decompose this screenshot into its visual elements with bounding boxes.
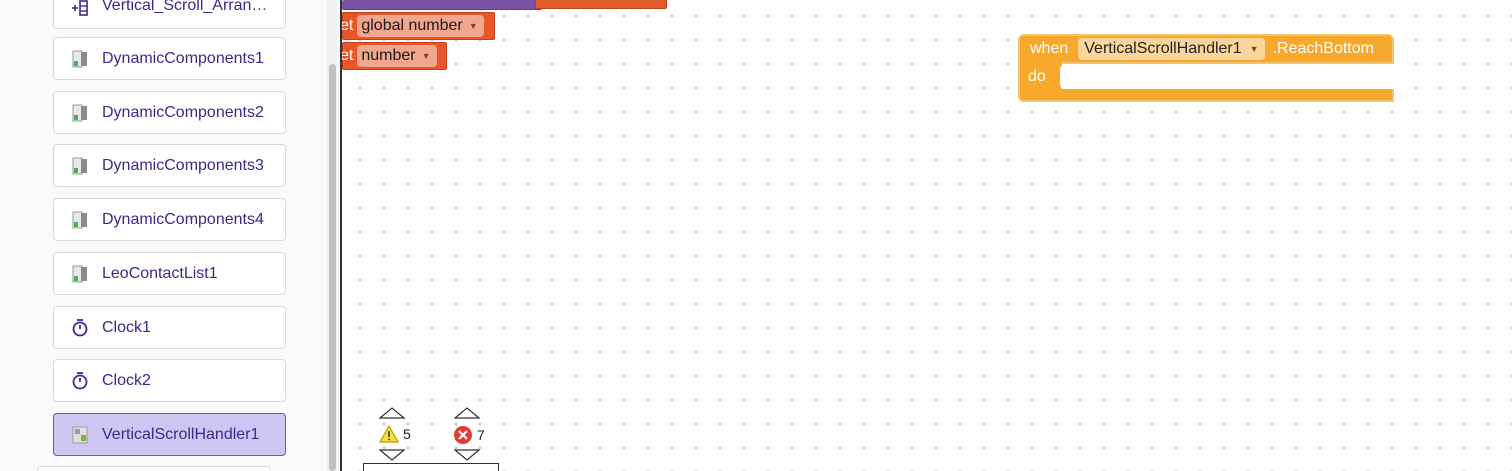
scrollbar-thumb[interactable]: [329, 64, 336, 471]
chevron-down-icon: ▼: [421, 51, 431, 61]
next-panel-edge: [37, 466, 271, 471]
vertical-arrangement-icon: [70, 0, 90, 19]
warnings-count: 5: [403, 426, 411, 442]
component-item-dynamiccomponents4[interactable]: DynamicComponents4: [53, 198, 286, 241]
when-keyword: when: [1030, 40, 1069, 57]
component-item-clock1[interactable]: Clock1: [53, 306, 286, 349]
component-label: LeoContactList1: [102, 264, 218, 282]
variable-dropdown[interactable]: global number ▼: [357, 15, 484, 37]
previous-warning-icon[interactable]: [379, 407, 405, 419]
extension-icon: [70, 263, 90, 285]
set-local-variable-block[interactable]: et number ▼: [342, 42, 447, 70]
component-label: DynamicComponents2: [102, 103, 264, 121]
set-keyword: et: [342, 47, 354, 64]
component-item-vertical-scroll-arrangement[interactable]: Vertical_Scroll_Arran…: [53, 0, 286, 29]
component-label: DynamicComponents1: [102, 49, 264, 67]
component-item-leocontactlist1[interactable]: LeoContactList1: [53, 252, 286, 295]
chevron-down-icon: ▼: [468, 21, 478, 31]
extension-icon: [70, 102, 90, 124]
component-label: Clock2: [102, 371, 151, 389]
component-label: VerticalScrollHandler1: [102, 425, 260, 443]
errors-count: 7: [477, 427, 485, 443]
extension-icon: [70, 155, 90, 177]
component-item-dynamiccomponents3[interactable]: DynamicComponents3: [53, 144, 286, 187]
errors-indicator: 7: [453, 425, 485, 445]
event-body-bottom: [1058, 89, 1394, 102]
extension-icon: [70, 48, 90, 70]
variable-name: global number: [361, 17, 463, 34]
component-dropdown[interactable]: VerticalScrollHandler1 ▼: [1078, 38, 1265, 60]
event-name: .ReachBottom: [1272, 40, 1374, 57]
stopwatch-icon: [70, 317, 90, 339]
do-keyword: do: [1028, 68, 1046, 85]
warning-icon: [379, 425, 399, 443]
component-label: Vertical_Scroll_Arran…: [102, 0, 268, 14]
variable-name: number: [361, 47, 416, 64]
chevron-down-icon: ▼: [1249, 44, 1259, 54]
components-panel: Vertical_Scroll_Arran… DynamicComponents…: [0, 0, 341, 471]
previous-error-icon[interactable]: [454, 407, 480, 419]
procedure-block-partial[interactable]: [342, 0, 542, 10]
statement-slot[interactable]: [1060, 64, 1394, 90]
set-keyword: et: [342, 17, 354, 34]
extension-icon: [70, 209, 90, 231]
component-label: Clock1: [102, 318, 151, 336]
set-global-variable-block[interactable]: et global number ▼: [342, 12, 495, 40]
next-error-icon[interactable]: [454, 449, 480, 461]
stopwatch-icon: [70, 370, 90, 392]
workspace-control-box[interactable]: [363, 463, 499, 471]
variable-dropdown[interactable]: number ▼: [357, 45, 437, 67]
component-label: DynamicComponents3: [102, 156, 264, 174]
component-item-dynamiccomponents2[interactable]: DynamicComponents2: [53, 91, 286, 134]
component-label: DynamicComponents4: [102, 210, 264, 228]
blocks-workspace[interactable]: et global number ▼ et number ▼ when Vert…: [342, 0, 1512, 471]
event-header: when VerticalScrollHandler1 ▼ .ReachBott…: [1018, 34, 1394, 64]
event-handler-block[interactable]: when VerticalScrollHandler1 ▼ .ReachBott…: [1018, 34, 1394, 102]
component-item-dynamiccomponents1[interactable]: DynamicComponents1: [53, 37, 286, 80]
component-item-clock2[interactable]: Clock2: [53, 359, 286, 402]
get-block-partial[interactable]: [535, 0, 667, 9]
component-name: VerticalScrollHandler1: [1084, 40, 1242, 57]
warnings-indicator: 5: [379, 425, 411, 443]
next-warning-icon[interactable]: [379, 449, 405, 461]
extension-icon: [70, 424, 90, 446]
error-icon: [454, 426, 472, 444]
component-item-verticalscrollhandler1[interactable]: VerticalScrollHandler1: [53, 413, 286, 456]
